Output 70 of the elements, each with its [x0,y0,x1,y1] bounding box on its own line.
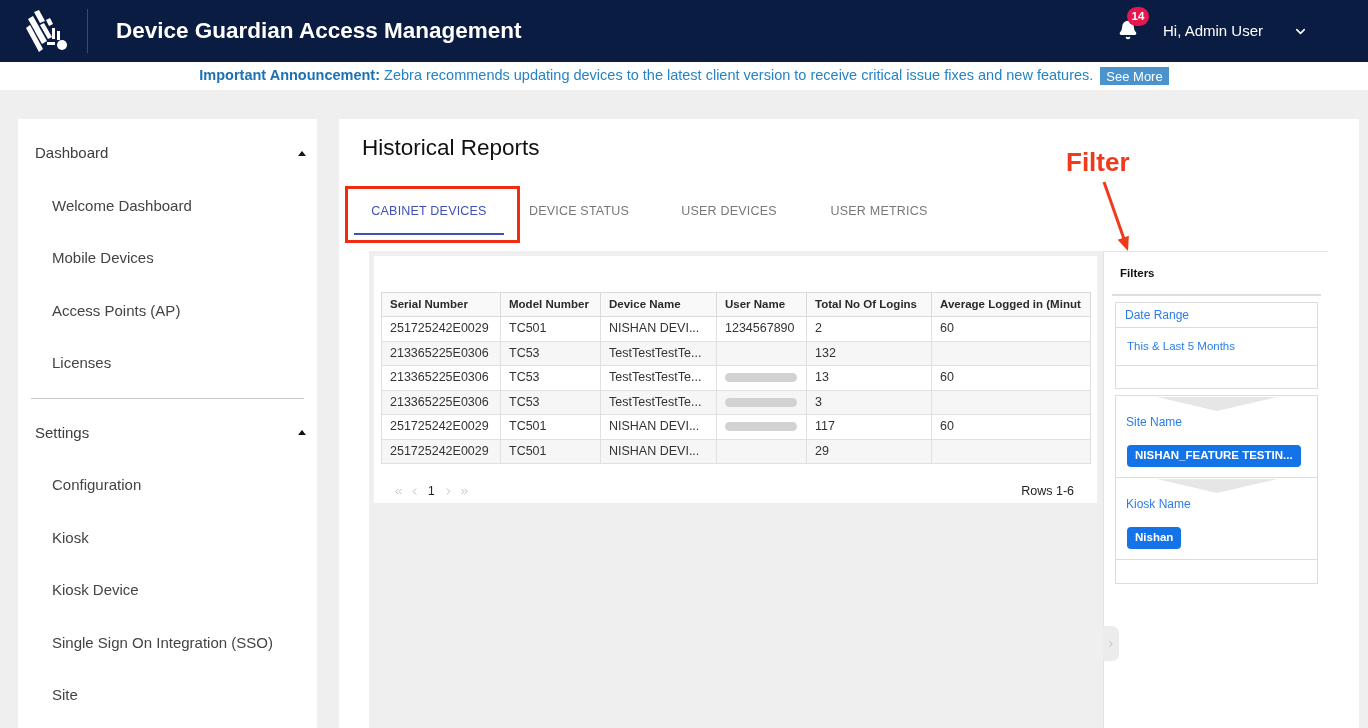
sidebar-item[interactable]: Mobile Devices [18,232,317,285]
sidebar-item[interactable]: Kiosk Device [18,564,317,617]
column-header: Device Name [600,292,717,317]
annotation-arrow [1100,181,1131,252]
table-cell: TC53 [500,390,601,415]
rows-count-label: Rows 1-6 [1021,482,1074,500]
table-cell: 213365225E0306 [381,390,501,415]
tab[interactable]: USER DEVICES [654,190,804,235]
table-cell: 251725242E0029 [381,414,501,439]
announcement-text: Important Announcement: Zebra recommends updating devices to the latest client version to receive critical issue fixes and new features. [199,66,1094,86]
sidebar-item[interactable]: Access Points (AP) [18,284,317,337]
filter-label: Site Name [1126,415,1183,429]
filter-chip[interactable]: NISHAN_FEATURE TESTIN... [1127,445,1301,467]
annotation-label: Filter [1066,147,1130,177]
sidebar-item[interactable]: Configuration [18,459,317,512]
column-header: User Name [716,292,807,317]
table-cell: 3 [806,390,932,415]
table-cell: TC53 [500,341,601,366]
table-cell: 213365225E0306 [381,365,501,390]
table-cell: 117 [806,414,932,439]
user-menu-button[interactable]: Hi, Admin User [1162,19,1308,43]
page-title: Historical Reports [362,135,540,161]
notifications-button[interactable]: 14 [1117,7,1149,41]
filter-label: Kiosk Name [1126,497,1191,511]
tab[interactable]: CABINET DEVICES [354,190,504,235]
table-cell: TestTestTestTe... [600,341,717,366]
filter-chip[interactable]: Nishan [1127,527,1182,549]
app-title: Device Guardian Access Management [116,17,522,46]
table-cell: 29 [806,439,932,464]
table-cell: 1234567890 [716,316,807,341]
sidebar-item[interactable]: Kiosk [18,511,317,564]
table-cell: TestTestTestTe... [600,365,717,390]
table-cell: 213365225E0306 [381,341,501,366]
table-cell: TC501 [500,439,601,464]
sidebar-item[interactable]: Licenses [18,337,317,390]
column-header: Serial Number [381,292,501,317]
table-cell: NISHAN DEVI... [600,439,717,464]
filters-title: Filters [1120,266,1155,281]
striped-logo-icon [25,9,69,53]
chevron-right-icon [1106,638,1116,649]
column-header: Average Logged in (Minut [931,292,1091,317]
sidebar-item[interactable]: Single Sign On Integration (SSO) [18,616,317,669]
table-cell: NISHAN DEVI... [600,414,717,439]
table-cell: 251725242E0029 [381,316,501,341]
collapse-panel-button[interactable] [1103,626,1119,661]
sidebar-item[interactable]: Welcome Dashboard [18,179,317,232]
table-cell: TC501 [500,316,601,341]
date-range-label: Date Range [1125,307,1190,324]
column-header: Total No Of Logins [806,292,932,317]
table-cell: 60 [931,365,1091,390]
tab[interactable]: DEVICE STATUS [504,190,654,235]
table-cell: TestTestTestTe... [600,390,717,415]
table-cell: 13 [806,365,932,390]
table-cell: 2 [806,316,932,341]
table-cell: NISHAN DEVI... [600,316,717,341]
column-header: Model Number [500,292,601,317]
sidebar-section-header[interactable]: Dashboard [18,127,317,180]
table-cell: TC501 [500,414,601,439]
table-cell: TC53 [500,365,601,390]
sidebar-item[interactable]: Site [18,669,317,722]
notification-count-badge: 14 [1126,7,1149,26]
table-cell: 251725242E0029 [381,439,501,464]
page-number[interactable]: 1 [425,482,438,500]
bell-icon [1117,20,1138,40]
table-cell: 60 [931,414,1091,439]
date-range-value[interactable]: This & Last 5 Months [1127,337,1236,356]
table-cell: 132 [806,341,932,366]
tab[interactable]: USER METRICS [804,190,954,235]
sidebar-section-header[interactable]: Settings [18,406,317,459]
table-cell: 60 [931,316,1091,341]
